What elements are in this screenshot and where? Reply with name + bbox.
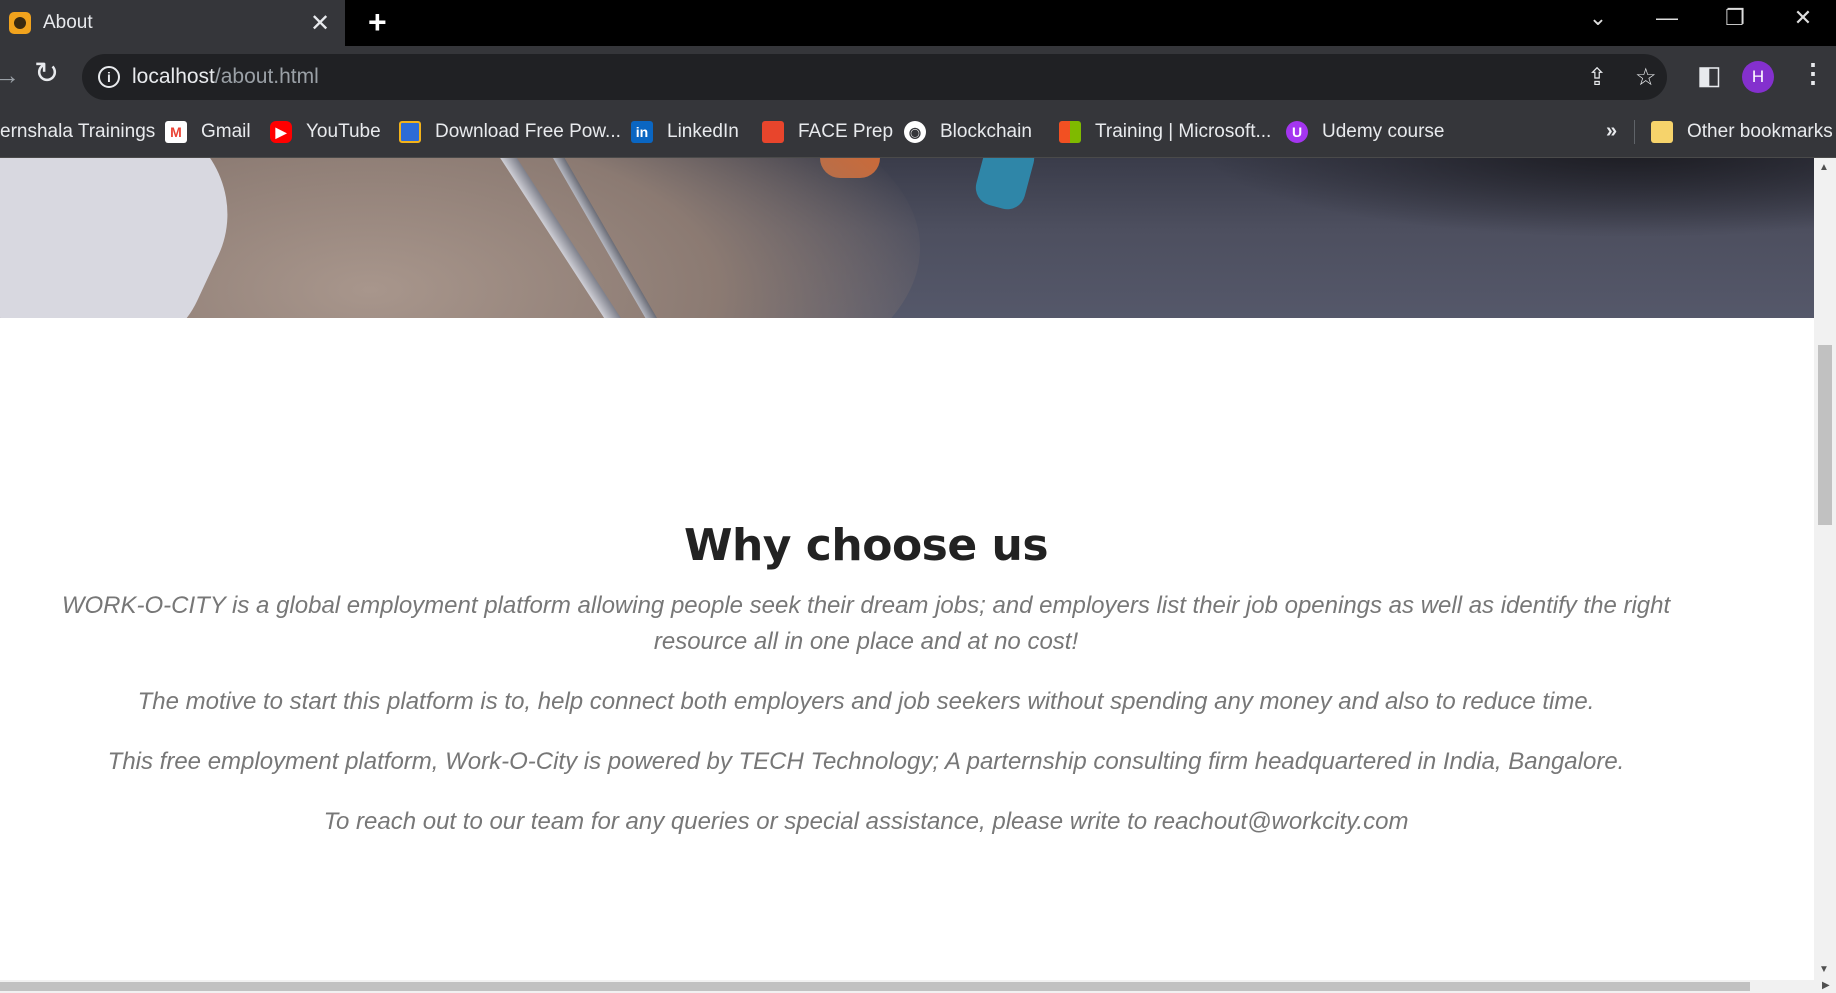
folder-icon	[1651, 121, 1673, 143]
bookmark-blockchain[interactable]: ◉ Blockchain	[904, 118, 1032, 146]
profile-avatar[interactable]: H	[1742, 61, 1774, 93]
udemy-icon: U	[1286, 121, 1308, 143]
about-paragraph-1: WORK-O-CITY is a global employment platf…	[61, 592, 1671, 655]
site-favicon-icon	[9, 12, 31, 34]
scroll-up-icon[interactable]: ▲	[1819, 162, 1829, 173]
page-viewport: Why choose us WORK-O-CITY is a global em…	[0, 158, 1814, 980]
title-bar: About ✕ + ⌄ — ❐ ✕	[0, 0, 1836, 46]
horizontal-scrollbar[interactable]: ▶	[0, 980, 1836, 993]
bookmark-label: ernshala Trainings	[0, 121, 156, 142]
bookmark-youtube[interactable]: ▶ YouTube	[270, 118, 381, 146]
globe-icon: ◉	[904, 121, 926, 143]
bookmarks-divider	[1634, 120, 1635, 144]
bookmark-label: Gmail	[201, 121, 251, 142]
bookmark-gmail[interactable]: M Gmail	[165, 118, 251, 146]
about-paragraph-2: The motive to start this platform is to,…	[137, 688, 1595, 715]
browser-tab[interactable]: About ✕	[0, 0, 345, 46]
minimize-icon[interactable]: —	[1637, 0, 1697, 40]
reload-icon[interactable]: ↻	[34, 56, 59, 91]
bookmark-faceprep[interactable]: FACE Prep	[762, 118, 893, 146]
vertical-scrollbar[interactable]: ▲ ▼	[1814, 158, 1836, 980]
gmail-icon: M	[165, 121, 187, 143]
bookmark-label: LinkedIn	[667, 121, 739, 142]
bookmarks-bar: ernshala Trainings M Gmail ▶ YouTube Dow…	[0, 106, 1836, 158]
bookmark-label: Udemy course	[1322, 121, 1445, 142]
browser-toolbar: → ↻ i localhost/about.html ⇪ ☆ ◧ H ⋮	[0, 46, 1836, 106]
why-choose-us-heading: Why choose us	[683, 520, 1049, 571]
linkedin-icon: in	[631, 121, 653, 143]
new-tab-icon[interactable]: +	[368, 5, 387, 39]
other-bookmarks-label: Other bookmarks	[1687, 121, 1833, 142]
address-bar[interactable]: i localhost/about.html ⇪ ☆	[82, 54, 1667, 100]
microsoft-icon	[1059, 121, 1081, 143]
bookmark-label: Training | Microsoft...	[1095, 121, 1272, 142]
url-path: /about.html	[214, 65, 319, 88]
tab-title: About	[43, 12, 93, 33]
about-paragraph-4: To reach out to our team for any queries…	[323, 808, 1409, 835]
bookmark-star-icon[interactable]: ☆	[1635, 63, 1657, 92]
close-window-icon[interactable]: ✕	[1773, 0, 1833, 40]
menu-kebab-icon[interactable]: ⋮	[1800, 58, 1826, 89]
bookmark-linkedin[interactable]: in LinkedIn	[631, 118, 739, 146]
faceprep-icon	[762, 121, 784, 143]
other-bookmarks-folder[interactable]: Other bookmarks	[1651, 118, 1833, 146]
horizontal-scroll-thumb[interactable]	[0, 982, 1750, 991]
url-text[interactable]: localhost/about.html	[132, 65, 319, 89]
bookmark-label: Blockchain	[940, 121, 1032, 142]
site-info-icon[interactable]: i	[98, 66, 120, 88]
bookmarks-overflow-chevron[interactable]: »	[1606, 120, 1617, 143]
youtube-icon: ▶	[270, 121, 292, 143]
side-panel-icon[interactable]: ◧	[1697, 60, 1722, 91]
scroll-right-icon[interactable]: ▶	[1822, 980, 1830, 991]
bookmark-download-free[interactable]: Download Free Pow...	[399, 118, 621, 146]
vertical-scroll-thumb[interactable]	[1818, 345, 1832, 525]
share-icon[interactable]: ⇪	[1587, 63, 1607, 92]
close-tab-icon[interactable]: ✕	[305, 9, 335, 38]
about-paragraph-3: This free employment platform, Work-O-Ci…	[107, 748, 1625, 775]
bookmark-internshala[interactable]: ernshala Trainings	[0, 118, 155, 146]
forward-icon[interactable]: →	[0, 60, 20, 91]
bookmark-label: YouTube	[306, 121, 381, 142]
bookmark-training-microsoft[interactable]: Training | Microsoft...	[1059, 118, 1271, 146]
bookmark-label: Download Free Pow...	[435, 121, 621, 142]
hero-image	[0, 158, 1814, 318]
download-site-icon	[399, 121, 421, 143]
scroll-down-icon[interactable]: ▼	[1819, 964, 1829, 975]
restore-icon[interactable]: ❐	[1705, 0, 1765, 40]
tab-search-icon[interactable]: ⌄	[1568, 0, 1628, 40]
bookmark-label: FACE Prep	[798, 121, 894, 142]
bookmark-udemy[interactable]: U Udemy course	[1286, 118, 1445, 146]
url-host: localhost	[132, 65, 215, 88]
